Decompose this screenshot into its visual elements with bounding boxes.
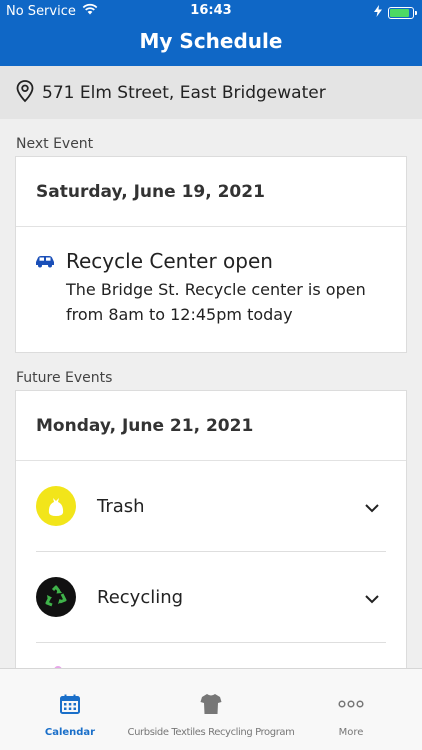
- address-bar[interactable]: 571 Elm Street, East Bridgewater: [0, 66, 422, 119]
- next-event-item[interactable]: Recycle Center open The Bridge St. Recyc…: [16, 227, 406, 327]
- next-event-heading: Next Event: [16, 136, 94, 152]
- tab-textiles[interactable]: Curbside Textiles Recycling Program: [128, 669, 295, 750]
- shirt-icon: [199, 691, 223, 717]
- tab-label: Curbside Textiles Recycling Program: [127, 727, 295, 738]
- service-row-trash[interactable]: Trash: [36, 461, 386, 552]
- tab-calendar[interactable]: Calendar: [30, 669, 110, 750]
- tab-more[interactable]: More: [311, 669, 391, 750]
- chevron-down-icon[interactable]: [364, 498, 380, 517]
- future-events-heading: Future Events: [16, 370, 113, 386]
- battery-level: [390, 9, 409, 17]
- event-title: Recycle Center open: [66, 249, 273, 273]
- status-time: 16:43: [190, 3, 232, 18]
- app-header: No Service 16:43 My Schedule: [0, 0, 422, 66]
- event-description: The Bridge St. Recycle center is open fr…: [66, 280, 366, 324]
- more-icon: [338, 691, 364, 717]
- future-event-date: Monday, June 21, 2021: [16, 391, 406, 461]
- calendar-icon: [59, 691, 81, 717]
- tab-label: Calendar: [44, 727, 96, 738]
- trash-bag-icon: [36, 486, 76, 526]
- chevron-down-icon[interactable]: [364, 589, 380, 608]
- service-label: Recycling: [97, 586, 184, 608]
- tab-bar: Calendar Curbside Textiles Recycling Pro…: [0, 668, 422, 750]
- location-pin-icon: [14, 79, 36, 107]
- future-events-card: Monday, June 21, 2021 Trash Recycling: [15, 390, 407, 680]
- charging-icon: [374, 5, 382, 21]
- status-bar: No Service 16:43: [0, 0, 422, 22]
- service-label: Trash: [97, 495, 145, 517]
- recycle-icon: [36, 577, 76, 617]
- address-text: 571 Elm Street, East Bridgewater: [42, 82, 326, 103]
- next-event-date: Saturday, June 19, 2021: [16, 157, 406, 227]
- next-event-card: Saturday, June 19, 2021 Recycle Center o…: [15, 156, 407, 353]
- page-title: My Schedule: [139, 29, 283, 53]
- battery-icon: [388, 7, 417, 19]
- tab-label: More: [338, 727, 364, 738]
- car-icon: [34, 253, 56, 327]
- service-row-recycling[interactable]: Recycling: [36, 552, 386, 643]
